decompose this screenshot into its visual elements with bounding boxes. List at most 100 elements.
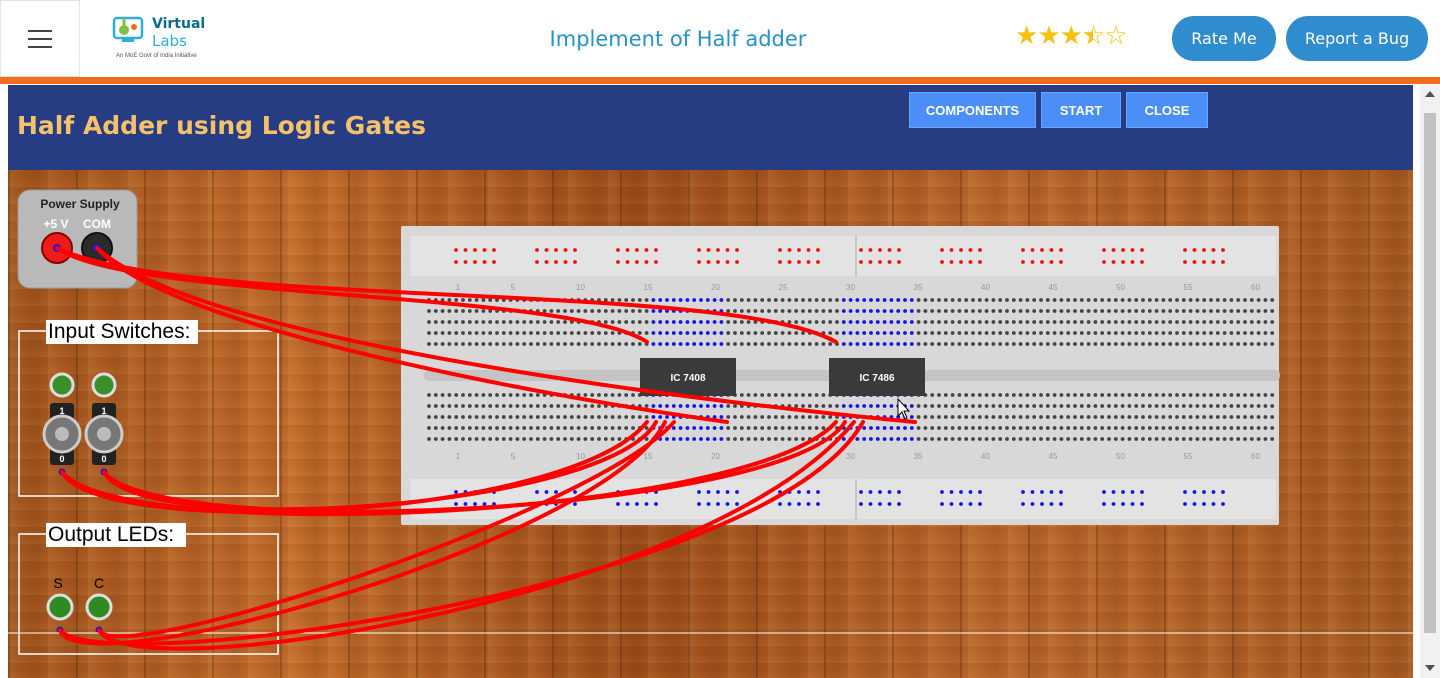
breadboard-hole[interactable] [447,437,452,441]
breadboard-hole[interactable] [1121,260,1125,264]
breadboard-hole[interactable] [1113,309,1118,313]
breadboard-hole[interactable] [454,309,459,313]
breadboard-hole[interactable] [1032,298,1037,302]
breadboard-hole[interactable] [746,437,751,441]
breadboard-hole[interactable] [549,404,554,408]
breadboard-hole[interactable] [576,404,581,408]
breadboard-hole[interactable] [998,415,1003,419]
breadboard-hole[interactable] [1100,320,1105,324]
breadboard-hole[interactable] [488,320,493,324]
breadboard-hole[interactable] [725,502,730,506]
breadboard-hole[interactable] [739,393,744,397]
breadboard-hole[interactable] [1168,393,1173,397]
breadboard-hole[interactable] [923,342,928,346]
breadboard-hole[interactable] [916,342,921,346]
breadboard-hole[interactable] [971,309,975,313]
breadboard-hole[interactable] [1040,502,1044,506]
breadboard-hole[interactable] [495,415,499,419]
breadboard-hole[interactable] [1086,309,1091,313]
breadboard-hole[interactable] [481,298,486,302]
breadboard-hole[interactable] [923,309,928,313]
breadboard-hole[interactable] [569,309,574,313]
breadboard-hole[interactable] [1093,426,1098,430]
breadboard-hole[interactable] [964,426,969,430]
breadboard-hole[interactable] [1134,298,1139,302]
breadboard-hole[interactable] [635,502,639,506]
breadboard-hole[interactable] [968,248,973,252]
breadboard-hole[interactable] [1107,331,1111,335]
breadboard-hole[interactable] [1236,437,1241,441]
breadboard-hole[interactable] [1052,404,1057,408]
breadboard-hole[interactable] [644,415,649,419]
breadboard-hole[interactable] [1209,320,1213,324]
breadboard-hole[interactable] [943,437,948,441]
breadboard-hole[interactable] [1107,298,1111,302]
breadboard-hole[interactable] [563,342,567,346]
breadboard-hole[interactable] [1256,437,1261,441]
breadboard-hole[interactable] [1073,320,1077,324]
breadboard-hole[interactable] [1263,320,1268,324]
breadboard-hole[interactable] [1202,331,1207,335]
breadboard-hole[interactable] [882,298,887,302]
breadboard-hole[interactable] [882,320,887,324]
breadboard-hole[interactable] [644,248,649,252]
breadboard-hole[interactable] [909,309,914,313]
breadboard-hole[interactable] [1141,404,1145,408]
breadboard-hole[interactable] [440,426,445,430]
breadboard-hole[interactable] [937,320,941,324]
breadboard-hole[interactable] [957,404,962,408]
breadboard-hole[interactable] [896,298,901,302]
breadboard-hole[interactable] [937,393,941,397]
breadboard-hole[interactable] [563,426,567,430]
breadboard-hole[interactable] [617,342,622,346]
breadboard-hole[interactable] [1039,331,1043,335]
breadboard-hole[interactable] [461,426,465,430]
breadboard-hole[interactable] [896,320,901,324]
breadboard-hole[interactable] [1243,320,1247,324]
breadboard-hole[interactable] [501,320,506,324]
breadboard-hole[interactable] [964,320,969,324]
scrollbar-thumb[interactable] [1424,113,1436,633]
breadboard-hole[interactable] [671,342,676,346]
breadboard-hole[interactable] [801,298,805,302]
breadboard-hole[interactable] [889,331,894,335]
breadboard-hole[interactable] [828,415,833,419]
breadboard-hole[interactable] [569,426,574,430]
breadboard-hole[interactable] [685,331,690,335]
breadboard-hole[interactable] [801,404,805,408]
breadboard-hole[interactable] [1175,415,1179,419]
breadboard-hole[interactable] [610,437,615,441]
breadboard-hole[interactable] [461,320,465,324]
breadboard-hole[interactable] [427,342,431,346]
breadboard-hole[interactable] [706,248,711,252]
breadboard-hole[interactable] [1270,320,1275,324]
breadboard-hole[interactable] [522,393,527,397]
breadboard-hole[interactable] [1188,320,1193,324]
breadboard-hole[interactable] [515,320,520,324]
breadboard-hole[interactable] [1161,309,1166,313]
breadboard-hole[interactable] [1195,437,1200,441]
breadboard-hole[interactable] [1181,437,1186,441]
breadboard-hole[interactable] [535,342,540,346]
breadboard-hole[interactable] [554,490,558,494]
breadboard-hole[interactable] [909,342,914,346]
breadboard-hole[interactable] [1018,320,1023,324]
breadboard-hole[interactable] [959,502,963,506]
breadboard-hole[interactable] [807,426,812,430]
breadboard-hole[interactable] [998,426,1003,430]
breadboard-hole[interactable] [1154,342,1159,346]
breadboard-hole[interactable] [1221,490,1225,494]
breadboard-hole[interactable] [801,426,805,430]
breadboard-hole[interactable] [1049,260,1054,264]
breadboard-hole[interactable] [1147,393,1152,397]
breadboard-hole[interactable] [1256,393,1261,397]
breadboard-hole[interactable] [563,404,567,408]
breadboard-hole[interactable] [726,415,731,419]
breadboard-hole[interactable] [875,342,880,346]
breadboard-hole[interactable] [454,404,459,408]
breadboard-hole[interactable] [1039,426,1043,430]
breadboard-hole[interactable] [1021,248,1025,252]
breadboard-hole[interactable] [971,320,975,324]
breadboard-hole[interactable] [882,342,887,346]
breadboard-hole[interactable] [1040,260,1044,264]
